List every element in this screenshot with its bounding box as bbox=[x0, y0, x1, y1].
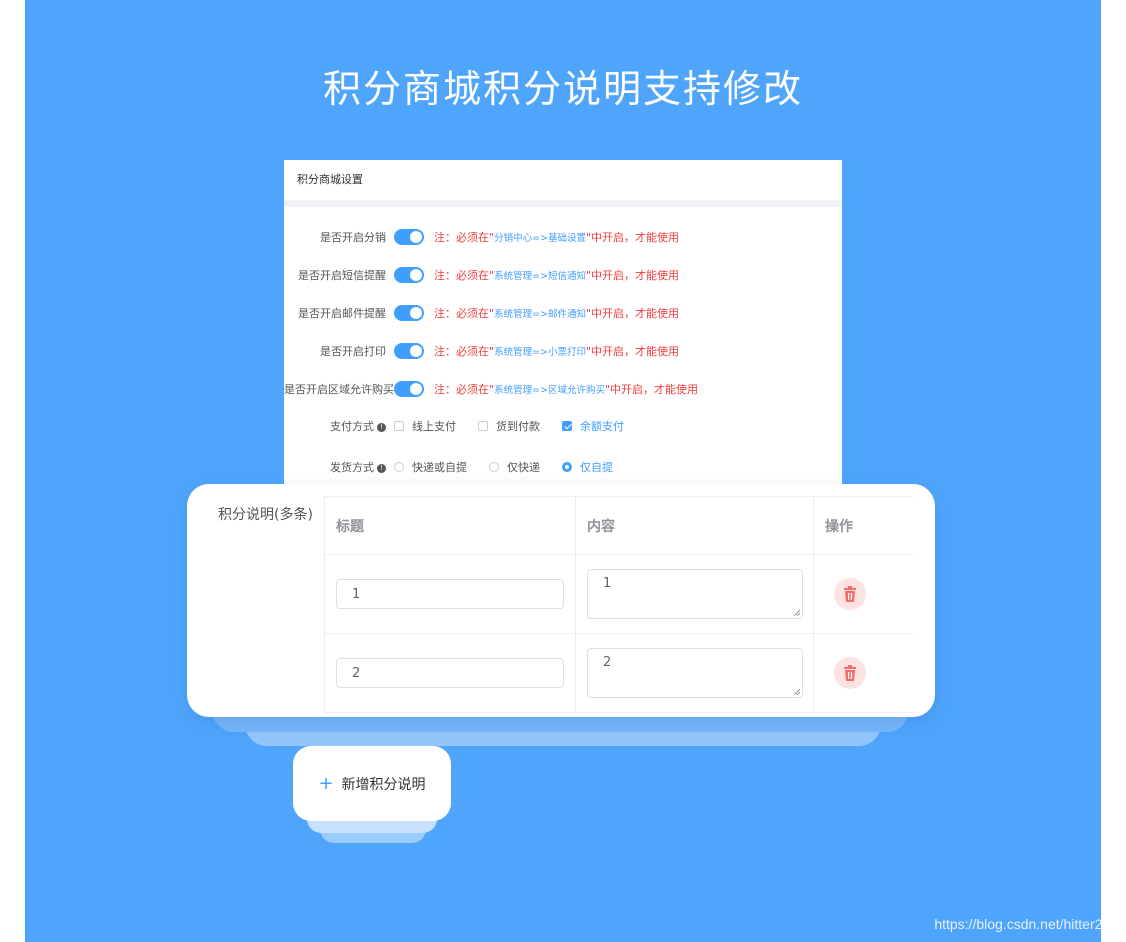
note-prefix: 注：必须在" bbox=[434, 269, 495, 282]
settings-panel: 积分商城设置 是否开启分销 注：必须在" 分销中心=>基础设置 "中开启，才能使… bbox=[284, 160, 842, 490]
content-textarea[interactable]: 1 bbox=[587, 569, 803, 619]
payment-option-balance[interactable]: 余额支付 bbox=[562, 418, 624, 434]
payment-method-row: 支付方式! 线上支付 货到付款 余额支付 bbox=[284, 416, 646, 436]
toggle-knob bbox=[410, 231, 422, 243]
setting-label: 是否开启区域允许购买 bbox=[284, 383, 394, 396]
payment-option-online[interactable]: 线上支付 bbox=[394, 418, 456, 434]
action-cell bbox=[814, 634, 913, 712]
trash-icon bbox=[844, 586, 856, 602]
note-prefix: 注：必须在" bbox=[434, 231, 495, 244]
table-row: 2 2 bbox=[325, 634, 913, 713]
region-toggle[interactable] bbox=[394, 381, 424, 397]
setting-label: 是否开启打印 bbox=[320, 345, 386, 358]
note-link[interactable]: 系统管理=>区域允许购买 bbox=[494, 382, 605, 396]
toggle-knob bbox=[410, 383, 422, 395]
payment-option-cod[interactable]: 货到付款 bbox=[478, 418, 540, 434]
option-label: 货到付款 bbox=[496, 420, 540, 433]
note-prefix: 注：必须在" bbox=[434, 345, 495, 358]
toggle-knob bbox=[410, 307, 422, 319]
table-header: 标题 内容 操作 bbox=[325, 496, 913, 555]
table-row: 1 1 bbox=[325, 555, 913, 634]
title-input[interactable]: 2 bbox=[336, 658, 564, 688]
action-cell bbox=[814, 555, 913, 633]
distribution-toggle[interactable] bbox=[394, 229, 424, 245]
header-title: 标题 bbox=[325, 497, 576, 554]
shipping-option-express[interactable]: 仅快递 bbox=[489, 459, 540, 475]
checkbox[interactable] bbox=[394, 421, 404, 431]
add-button-label: 新增积分说明 bbox=[341, 776, 426, 793]
content-cell: 1 bbox=[576, 555, 814, 633]
setting-row-sms: 是否开启短信提醒 注：必须在" 系统管理=>短信通知 "中开启，才能使用 bbox=[284, 265, 679, 285]
option-label: 线上支付 bbox=[412, 420, 456, 433]
print-toggle[interactable] bbox=[394, 343, 424, 359]
note-suffix: "中开启，才能使用 bbox=[585, 307, 680, 320]
shipping-label: 发货方式! bbox=[284, 459, 394, 475]
note-link[interactable]: 系统管理=>邮件通知 bbox=[494, 306, 586, 320]
email-toggle[interactable] bbox=[394, 305, 424, 321]
title-cell: 1 bbox=[325, 555, 576, 633]
points-description-card: 积分说明(多条) 标题 内容 操作 1 1 2 2 bbox=[187, 484, 935, 717]
setting-label: 是否开启短信提醒 bbox=[298, 269, 386, 282]
note-link[interactable]: 系统管理=>短信通知 bbox=[494, 268, 586, 282]
note-prefix: 注：必须在" bbox=[434, 307, 495, 320]
note-suffix: "中开启，才能使用 bbox=[585, 231, 680, 244]
setting-row-distribution: 是否开启分销 注：必须在" 分销中心=>基础设置 "中开启，才能使用 bbox=[284, 227, 679, 247]
title-cell: 2 bbox=[325, 634, 576, 712]
option-label: 余额支付 bbox=[580, 420, 624, 433]
radio[interactable] bbox=[394, 462, 404, 472]
delete-button[interactable] bbox=[834, 657, 866, 689]
shipping-option-pickup[interactable]: 仅自提 bbox=[562, 459, 613, 475]
points-table: 标题 内容 操作 1 1 2 2 bbox=[324, 496, 913, 713]
setting-row-region: 是否开启区域允许购买 注：必须在" 系统管理=>区域允许购买 "中开启，才能使用 bbox=[284, 379, 698, 399]
points-description-label: 积分说明(多条) bbox=[218, 507, 313, 523]
trash-icon bbox=[844, 665, 856, 681]
note-suffix: "中开启，才能使用 bbox=[585, 269, 680, 282]
option-label: 仅快递 bbox=[507, 461, 540, 474]
content-textarea[interactable]: 2 bbox=[587, 648, 803, 698]
page-headline: 积分商城积分说明支持修改 bbox=[322, 67, 803, 111]
note-link[interactable]: 系统管理=>小票打印 bbox=[494, 344, 586, 358]
info-icon: ! bbox=[377, 463, 386, 473]
delete-button[interactable] bbox=[834, 578, 866, 610]
note-suffix: "中开启，才能使用 bbox=[604, 383, 699, 396]
content-cell: 2 bbox=[576, 634, 814, 712]
setting-row-email: 是否开启邮件提醒 注：必须在" 系统管理=>邮件通知 "中开启，才能使用 bbox=[284, 303, 679, 323]
info-icon: ! bbox=[377, 422, 386, 432]
radio-selected[interactable] bbox=[562, 462, 572, 472]
header-content: 内容 bbox=[576, 497, 814, 554]
shipping-method-row: 发货方式! 快递或自提 仅快递 仅自提 bbox=[284, 457, 635, 477]
payment-label: 支付方式! bbox=[284, 418, 394, 434]
option-label: 仅自提 bbox=[580, 461, 613, 474]
sms-toggle[interactable] bbox=[394, 267, 424, 283]
add-points-description-button[interactable]: + 新增积分说明 bbox=[293, 746, 451, 821]
note-prefix: 注：必须在" bbox=[434, 383, 495, 396]
note-suffix: "中开启，才能使用 bbox=[585, 345, 680, 358]
radio[interactable] bbox=[489, 462, 499, 472]
setting-label: 是否开启邮件提醒 bbox=[298, 307, 386, 320]
setting-row-print: 是否开启打印 注：必须在" 系统管理=>小票打印 "中开启，才能使用 bbox=[284, 341, 679, 361]
settings-title: 积分商城设置 bbox=[284, 160, 842, 207]
shipping-label-text: 发货方式 bbox=[330, 461, 374, 474]
option-label: 快递或自提 bbox=[412, 461, 467, 474]
payment-label-text: 支付方式 bbox=[330, 420, 374, 433]
header-action: 操作 bbox=[825, 518, 853, 535]
title-input[interactable]: 1 bbox=[336, 579, 564, 609]
toggle-knob bbox=[410, 345, 422, 357]
shipping-option-express-or-pickup[interactable]: 快递或自提 bbox=[394, 459, 467, 475]
checkbox[interactable] bbox=[478, 421, 488, 431]
note-link[interactable]: 分销中心=>基础设置 bbox=[494, 230, 586, 244]
setting-label: 是否开启分销 bbox=[320, 231, 386, 244]
watermark: https://blog.csdn.net/hitter201 bbox=[934, 916, 1118, 932]
toggle-knob bbox=[410, 269, 422, 281]
plus-icon: + bbox=[318, 773, 334, 794]
checkbox-checked[interactable] bbox=[562, 421, 572, 431]
